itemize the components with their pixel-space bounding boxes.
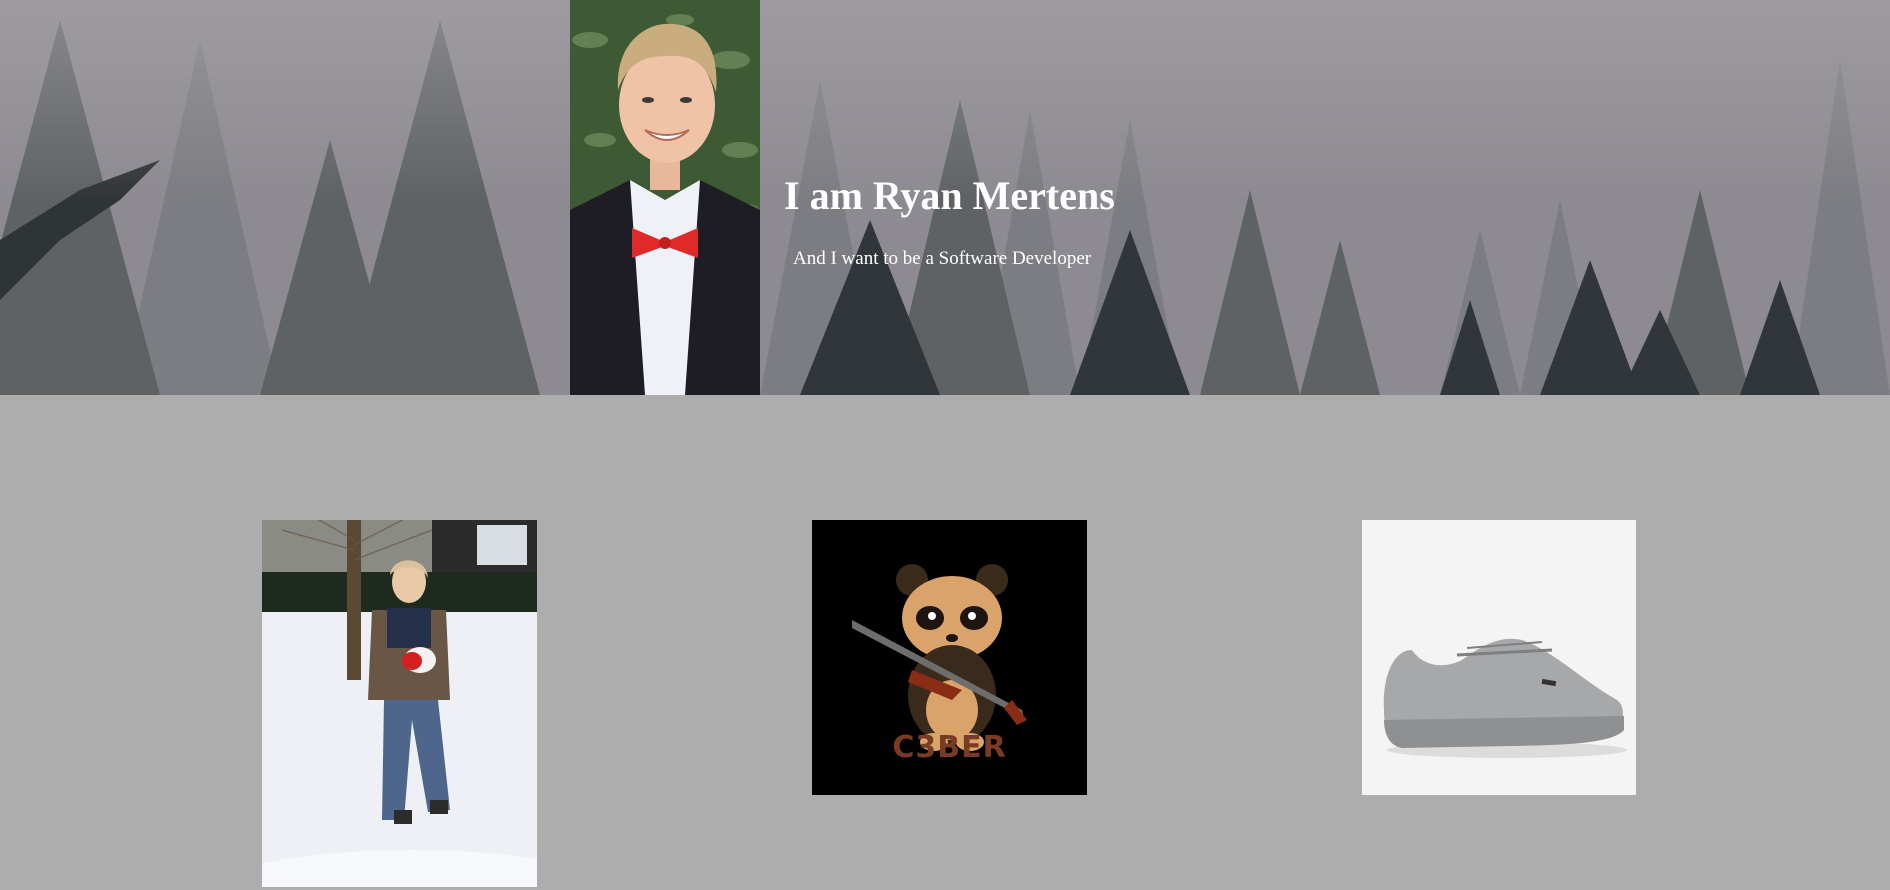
hero-banner: I am Ryan Mertens And I want to be a Sof… xyxy=(0,0,1890,395)
child-in-snow-image xyxy=(262,520,537,887)
hero-subtitle: And I want to be a Software Developer xyxy=(793,248,1092,269)
sneaker-image xyxy=(1362,520,1636,795)
portrait-image xyxy=(570,0,760,395)
logo-text: C3BER xyxy=(892,730,1007,765)
gallery-image-sneaker xyxy=(1362,520,1636,795)
hero-title: I am Ryan Mertens xyxy=(784,173,1115,218)
profile-photo xyxy=(570,0,760,395)
gallery-image-snow xyxy=(262,520,537,887)
gallery-image-logo: C3BER xyxy=(812,520,1087,795)
